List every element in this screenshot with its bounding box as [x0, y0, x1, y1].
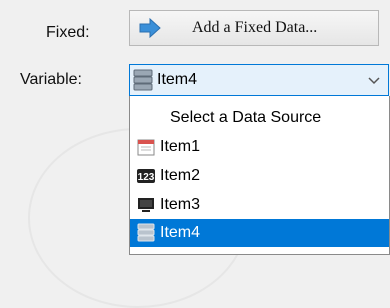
dropdown-item-1-label: Item1: [160, 138, 201, 155]
monitor-icon: [138, 198, 154, 212]
dropdown-item-4-label: Item4: [160, 224, 201, 241]
dropdown-header-label: Select a Data Source: [170, 109, 322, 126]
combo-selected-value: Item4: [157, 71, 198, 88]
data-source-panel: Fixed: Variable: Add a Fixed Data... Ite…: [0, 0, 390, 308]
data-source-dropdown-list: Select a Data Source Item1 123 Item2 Ite…: [129, 96, 390, 255]
add-fixed-data-button[interactable]: Add a Fixed Data...: [129, 10, 379, 46]
dropdown-item-4[interactable]: Item4: [130, 219, 389, 247]
arrow-icon: [139, 17, 161, 39]
chevron-down-icon[interactable]: [368, 74, 380, 86]
dropdown-item-1[interactable]: Item1: [130, 133, 389, 161]
dropdown-item-3[interactable]: Item3: [130, 191, 389, 219]
variable-data-source-combobox[interactable]: Item4: [129, 64, 389, 96]
svg-text:123: 123: [138, 172, 155, 183]
database-icon: [133, 69, 153, 91]
dropdown-item-2[interactable]: 123 Item2: [130, 162, 389, 190]
database-icon: [137, 223, 155, 242]
fixed-label: Fixed:: [46, 24, 90, 41]
dropdown-header-option[interactable]: Select a Data Source: [130, 104, 389, 132]
dropdown-item-2-label: Item2: [160, 167, 201, 184]
add-fixed-data-label: Add a Fixed Data...: [192, 19, 318, 36]
number-123-icon: 123: [137, 169, 155, 183]
calendar-icon: [137, 139, 155, 156]
dropdown-item-3-label: Item3: [160, 196, 201, 213]
variable-label: Variable:: [20, 71, 82, 88]
